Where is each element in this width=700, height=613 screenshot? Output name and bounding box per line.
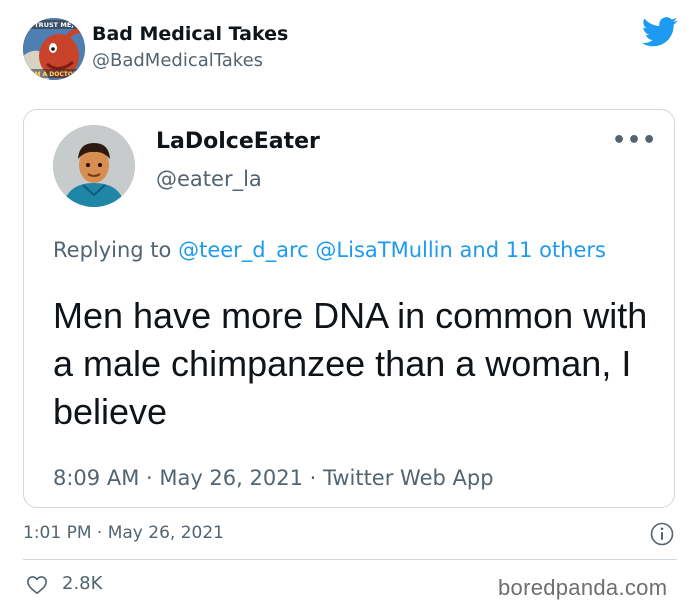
replying-prefix: Replying to — [53, 238, 172, 262]
mention-link[interactable]: @teer_d_arc — [178, 238, 309, 262]
info-icon[interactable] — [650, 522, 674, 546]
outer-display-name[interactable]: Bad Medical Takes — [92, 23, 288, 45]
more-icon[interactable]: ••• — [612, 128, 657, 153]
outer-timestamp[interactable]: 1:01 PM · May 26, 2021 — [23, 523, 224, 543]
outer-avatar-image: TRUST ME, I'M A DOCTOR — [23, 18, 85, 80]
avatar-caption-bottom: I'M A DOCTOR — [30, 71, 78, 78]
mention-link[interactable]: @LisaTMullin — [315, 238, 452, 262]
watermark: boredpanda.com — [498, 575, 668, 600]
quoted-tweet-text: Men have more DNA in common with a male … — [53, 295, 648, 432]
divider — [23, 559, 677, 560]
twitter-bird-icon[interactable] — [642, 16, 678, 48]
avatar-caption-top: TRUST ME, — [34, 21, 73, 29]
replying-to-line: Replying to @teer_d_arc @LisaTMullin and… — [53, 238, 606, 262]
quoted-avatar[interactable] — [53, 125, 135, 207]
outer-handle[interactable]: @BadMedicalTakes — [92, 50, 263, 71]
like-count[interactable]: 2.8K — [62, 573, 102, 594]
outer-avatar[interactable]: TRUST ME, I'M A DOCTOR — [23, 18, 85, 80]
heart-icon[interactable] — [26, 574, 48, 596]
quoted-avatar-image — [53, 125, 135, 207]
quoted-display-name[interactable]: LaDolceEater — [156, 129, 320, 154]
quoted-handle[interactable]: @eater_la — [156, 167, 262, 191]
quoted-timestamp[interactable]: 8:09 AM · May 26, 2021 · Twitter Web App — [53, 466, 494, 490]
others-link[interactable]: and 11 others — [460, 238, 606, 262]
